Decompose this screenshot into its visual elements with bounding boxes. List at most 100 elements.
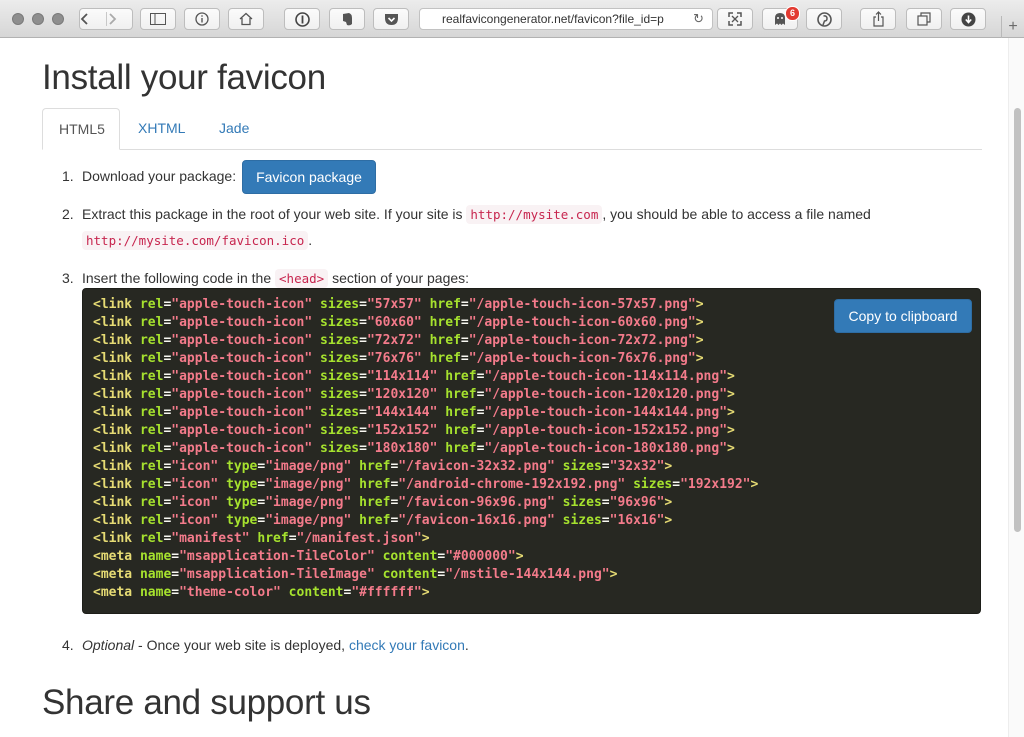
code-token: rel: [132, 333, 164, 348]
code-token: href: [421, 315, 461, 330]
minimize-window-button[interactable]: [32, 13, 44, 25]
code-token: sizes: [554, 495, 602, 510]
code-token: "apple-touch-icon": [171, 405, 313, 420]
scrollbar-thumb[interactable]: [1014, 108, 1021, 532]
pocket-icon[interactable]: [373, 8, 409, 30]
code-token: <link: [93, 531, 133, 546]
code-token: "icon": [171, 459, 219, 474]
code-token: "/apple-touch-icon-76x76.png": [468, 351, 696, 366]
code-token: <link: [93, 369, 133, 384]
code-token: =: [171, 549, 180, 564]
step-2-text-b: , you should be able to access a file na…: [602, 206, 871, 222]
onepassword-icon[interactable]: [284, 8, 320, 30]
code-token: name: [132, 585, 172, 600]
code-token: "apple-touch-icon": [171, 315, 313, 330]
share-title: Share and support us: [42, 683, 371, 722]
check-your-favicon-link[interactable]: check your favicon: [349, 637, 465, 653]
info-icon[interactable]: [184, 8, 220, 30]
code-token: >: [421, 585, 430, 600]
code-token: "192x192": [680, 477, 751, 492]
code-token: "image/png": [265, 477, 352, 492]
code-token: >: [695, 315, 704, 330]
code-token: >: [421, 531, 430, 546]
step-2-text: Extract this package in the root of your…: [82, 206, 463, 222]
code-token: >: [727, 387, 735, 402]
code-token: rel: [132, 387, 164, 402]
new-tab-icon[interactable]: +: [1001, 16, 1024, 38]
code-token: href: [249, 531, 289, 546]
tab-xhtml[interactable]: XHTML: [122, 108, 201, 149]
code-token: >: [609, 567, 618, 582]
format-tabs: HTML5 XHTML Jade: [42, 108, 982, 150]
code-lines: <link rel="apple-touch-icon" sizes="57x5…: [93, 296, 758, 602]
download-icon[interactable]: [950, 8, 986, 30]
copy-to-clipboard-button[interactable]: Copy to clipboard: [834, 299, 972, 333]
code-token: sizes: [312, 441, 360, 456]
code-token: "/apple-touch-icon-114x114.png": [484, 369, 728, 384]
code-token: >: [664, 495, 673, 510]
reader-icon[interactable]: [717, 8, 753, 30]
code-token: >: [727, 423, 735, 438]
tab-html5[interactable]: HTML5: [42, 108, 120, 150]
code-token: =: [601, 513, 610, 528]
ghostery-icon[interactable]: 6: [762, 6, 800, 30]
code-line: <link rel="icon" type="image/png" href="…: [93, 494, 758, 512]
code-token: href: [437, 369, 477, 384]
code-token: href: [421, 297, 461, 312]
forward-icon[interactable]: [107, 12, 133, 26]
sidebar-icon[interactable]: [140, 8, 176, 30]
reload-icon[interactable]: ↻: [693, 9, 704, 29]
code-token: <meta: [93, 585, 133, 600]
evernote-icon[interactable]: [329, 8, 365, 30]
code-token: content: [374, 549, 438, 564]
close-window-button[interactable]: [12, 13, 24, 25]
code-token: "114x114": [366, 369, 438, 384]
step-number: 4.: [62, 637, 74, 653]
tabs-icon[interactable]: [906, 8, 942, 30]
page-viewport: Install your favicon HTML5 XHTML Jade 1.…: [0, 38, 1024, 737]
address-bar[interactable]: realfavicongenerator.net/favicon?file_id…: [419, 8, 713, 30]
code-token: "/apple-touch-icon-72x72.png": [468, 333, 696, 348]
code-token: "/apple-touch-icon-60x60.png": [468, 315, 696, 330]
code-token: href: [351, 513, 391, 528]
code-token: "apple-touch-icon": [171, 351, 313, 366]
step-4-optional: Optional: [82, 637, 135, 653]
code-token: "apple-touch-icon": [171, 441, 313, 456]
share-icon[interactable]: [860, 8, 896, 30]
code-token: =: [359, 423, 367, 438]
code-token: "#000000": [445, 549, 516, 564]
code-token: rel: [132, 351, 164, 366]
scrollbar[interactable]: [1008, 38, 1024, 737]
code-token: "msapplication-TileImage": [179, 567, 375, 582]
code-token: "#ffffff": [351, 585, 422, 600]
code-token: =: [359, 441, 367, 456]
code-token: name: [132, 567, 172, 582]
tab-jade[interactable]: Jade: [203, 108, 265, 149]
code-token: sizes: [312, 315, 360, 330]
back-icon[interactable]: [80, 12, 107, 26]
home-icon[interactable]: [228, 8, 264, 30]
pinterest-icon[interactable]: [806, 8, 842, 30]
code-token: >: [664, 459, 673, 474]
code-token: =: [359, 405, 367, 420]
code-token: "/apple-touch-icon-180x180.png": [484, 441, 728, 456]
code-token: sizes: [625, 477, 673, 492]
code-token: <meta: [93, 567, 133, 582]
code-token: href: [351, 459, 391, 474]
code-token: sizes: [554, 459, 602, 474]
code-token: href: [421, 333, 461, 348]
code-token: <link: [93, 387, 133, 402]
zoom-window-button[interactable]: [52, 13, 64, 25]
code-token: "/manifest.json": [296, 531, 422, 546]
code-token: "image/png": [265, 459, 352, 474]
code-token: sizes: [312, 423, 360, 438]
code-token: "image/png": [265, 495, 352, 510]
code-token: <link: [93, 459, 133, 474]
code-block[interactable]: <link rel="apple-touch-icon" sizes="57x5…: [82, 288, 981, 614]
code-line: <link rel="apple-touch-icon" sizes="144x…: [93, 404, 758, 422]
code-token: =: [359, 387, 367, 402]
code-token: <link: [93, 351, 133, 366]
favicon-package-button[interactable]: Favicon package: [242, 160, 376, 194]
code-token: sizes: [312, 387, 360, 402]
page-title: Install your favicon: [42, 58, 326, 97]
